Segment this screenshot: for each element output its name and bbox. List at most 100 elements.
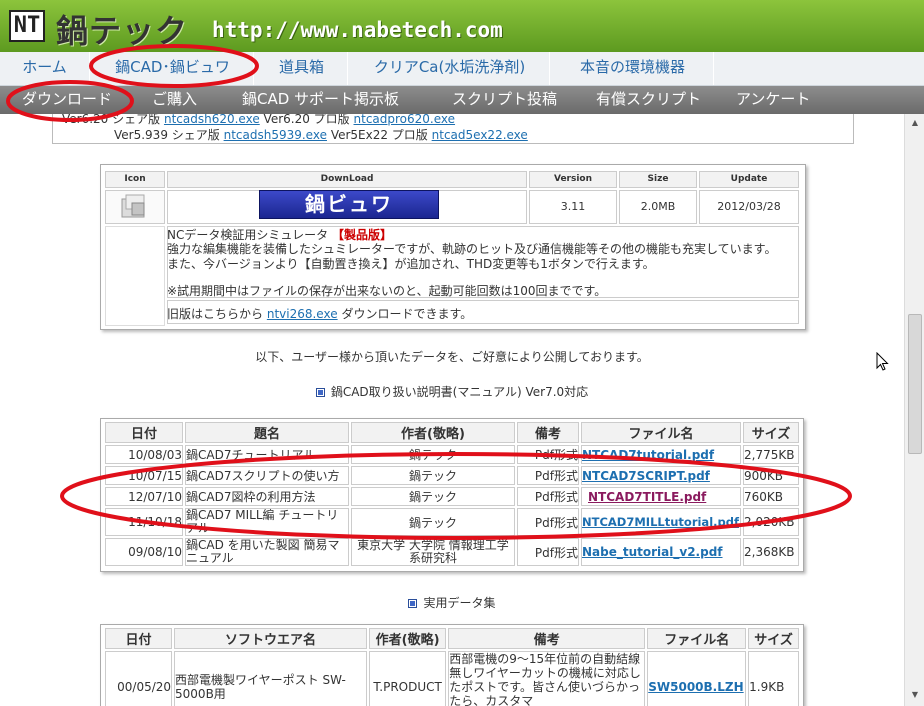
cell-software: 西部電機製ワイヤーポスト SW-5000B用 xyxy=(174,651,368,706)
file-link[interactable]: NTCAD7TITLE.pdf xyxy=(588,490,706,504)
notice-text: 以下、ユーザー様から頂いたデータを、ご好意により公開しております。 xyxy=(255,350,649,364)
col-size: サイズ xyxy=(748,628,799,649)
file-link[interactable]: NTCAD7tutorial.pdf xyxy=(582,448,714,462)
desc-line-4: ※試用期間中はファイルの保存が出来ないのと、起動可能回数は100回までです。 xyxy=(167,284,607,298)
cell-author: T.PRODUCT xyxy=(369,651,447,706)
prev-link[interactable]: ntcadsh620.exe xyxy=(164,114,260,126)
cell-date: 12/07/10 xyxy=(105,487,183,506)
mouse-cursor-icon xyxy=(876,352,889,371)
scroll-thumb[interactable] xyxy=(908,314,922,454)
nabe-viewer-download-button[interactable]: 鍋ビュワ xyxy=(259,190,439,219)
col-date: 日付 xyxy=(105,628,173,649)
nav-support-board[interactable]: 鍋CAD サポート掲示板 xyxy=(242,86,399,114)
table-row: 09/08/10 鍋CAD を用いた製図 簡易マニュアル 東京大学 大学院 情報… xyxy=(105,538,799,566)
cell-author: 東京大学 大学院 情報理工学系研究科 xyxy=(351,538,515,566)
scroll-down-icon[interactable]: ▼ xyxy=(909,690,921,700)
table-row: 11/10/18 鍋CAD7 MILL編 チュートリアル 鍋テック Pdf形式 … xyxy=(105,508,799,536)
file-link[interactable]: NTCAD7MILLtutorial.pdf xyxy=(582,515,739,529)
nav-purchase[interactable]: ご購入 xyxy=(152,86,197,114)
site-title[interactable]: 鍋テック xyxy=(56,6,188,52)
old-suffix: ダウンロードできます。 xyxy=(341,307,473,321)
col-file: ファイル名 xyxy=(647,628,747,649)
file-link[interactable]: Nabe_tutorial_v2.pdf xyxy=(582,545,723,559)
header-size: Size xyxy=(619,171,697,188)
col-size: サイズ xyxy=(743,422,799,443)
desc-left-cell xyxy=(105,226,165,326)
file-link[interactable]: SW5000B.LZH xyxy=(648,680,743,694)
prev-label: Ver5.939 シェア版 xyxy=(114,128,220,142)
cell-size: 900KB xyxy=(743,466,799,485)
cell-size: 1.9KB xyxy=(748,651,799,706)
cell-note: Pdf形式 xyxy=(517,466,579,485)
cell-author: 鍋テック xyxy=(351,466,515,485)
prev-link[interactable]: ntcadsh5939.exe xyxy=(224,128,327,142)
cell-note: Pdf形式 xyxy=(517,445,579,464)
prev-link[interactable]: ntcadpro620.exe xyxy=(354,114,456,126)
table-row: 10/08/03 鍋CAD7チュートリアル 鍋テック Pdf形式 NTCAD7t… xyxy=(105,445,799,464)
nav-nabecad-viewer[interactable]: 鍋CAD･鍋ビュワ xyxy=(92,52,254,85)
nav-clear-ca[interactable]: クリアCa(水垢洗浄剤) xyxy=(350,52,550,85)
old-version-link[interactable]: ntvi268.exe xyxy=(267,307,338,321)
cell-title: 鍋CAD7スクリプトの使い方 xyxy=(185,466,349,485)
manual-table: 日付 題名 作者(敬略) 備考 ファイル名 サイズ 10/08/03 鍋CAD7… xyxy=(103,420,801,568)
nav-script-post[interactable]: スクリプト投稿 xyxy=(452,86,557,114)
table-row: 00/05/20 西部電機製ワイヤーポスト SW-5000B用 T.PRODUC… xyxy=(105,651,799,706)
col-author: 作者(敬略) xyxy=(351,422,515,443)
col-note: 備考 xyxy=(448,628,646,649)
col-title: 題名 xyxy=(185,422,349,443)
nav-paid-script[interactable]: 有償スクリプト xyxy=(596,86,701,114)
cell-author: 鍋テック xyxy=(351,445,515,464)
nav-environment[interactable]: 本音の環境機器 xyxy=(552,52,714,85)
col-file: ファイル名 xyxy=(581,422,741,443)
cell-title: 鍋CAD7 MILL編 チュートリアル xyxy=(185,508,349,536)
header-icon: Icon xyxy=(105,171,165,188)
data-section-title: 実用データ集 xyxy=(0,594,904,611)
data-table-box: 日付 ソフトウエア名 作者(敬略) 備考 ファイル名 サイズ 00/05/20 … xyxy=(100,624,804,706)
prev-link[interactable]: ntcad5ex22.exe xyxy=(432,128,528,142)
bullet-icon xyxy=(408,599,418,608)
nav-survey[interactable]: アンケート xyxy=(736,86,810,114)
prev-line-2: Ver5.939 シェア版 ntcadsh5939.exe Ver5Ex22 プ… xyxy=(114,126,528,143)
logo-icon[interactable]: NT xyxy=(9,10,45,42)
vertical-scrollbar[interactable]: ▲ ▼ xyxy=(904,114,924,706)
old-prefix: 旧版はこちらから xyxy=(167,307,264,321)
desc-line-3: また、今バージョンより【自動置き換え】が追加され、THD変更等も1ボタンで行えま… xyxy=(167,257,655,271)
old-version-line: 旧版はこちらから ntvi268.exe ダウンロードできます。 xyxy=(167,305,472,322)
prev-label: Ver6.20 プロ版 xyxy=(263,114,350,126)
prev-label: Ver6.20 シェア版 xyxy=(62,114,161,126)
cell-date: 10/07/15 xyxy=(105,466,183,485)
col-software: ソフトウエア名 xyxy=(174,628,368,649)
col-note: 備考 xyxy=(517,422,579,443)
table-row: 10/07/15 鍋CAD7スクリプトの使い方 鍋テック Pdf形式 NTCAD… xyxy=(105,466,799,485)
site-url: http://www.nabetech.com xyxy=(212,18,503,42)
data-table: 日付 ソフトウエア名 作者(敬略) 備考 ファイル名 サイズ 00/05/20 … xyxy=(103,626,801,706)
update-value: 2012/03/28 xyxy=(699,190,799,224)
manual-section-title: 鍋CAD取り扱い説明書(マニュアル) Ver7.0対応 xyxy=(0,383,904,400)
header-version: Version xyxy=(529,171,617,188)
nav-tools[interactable]: 道具箱 xyxy=(256,52,348,85)
main-content: Ver6.20 シェア版 ntcadsh620.exe Ver6.20 プロ版 … xyxy=(0,114,904,706)
header-download: DownLoad xyxy=(167,171,527,188)
app-icon-cell xyxy=(105,190,165,224)
cell-size: 760KB xyxy=(743,487,799,506)
cell-note: Pdf形式 xyxy=(517,487,579,506)
nav-download[interactable]: ダウンロード xyxy=(22,86,112,114)
data-title-text: 実用データ集 xyxy=(423,596,496,610)
cell-note: Pdf形式 xyxy=(517,508,579,536)
scroll-up-icon[interactable]: ▲ xyxy=(909,118,921,128)
cell-date: 09/08/10 xyxy=(105,538,183,566)
cell-author: 鍋テック xyxy=(351,508,515,536)
cell-title: 鍋CAD7チュートリアル xyxy=(185,445,349,464)
viewer-app-icon xyxy=(121,194,145,218)
cell-date: 10/08/03 xyxy=(105,445,183,464)
cell-date: 11/10/18 xyxy=(105,508,183,536)
cell-note: 西部電機の9～15年位前の自動結線無しワイヤーカットの機械に対応したポストです。… xyxy=(448,651,646,706)
prev-label: Ver5Ex22 プロ版 xyxy=(330,128,428,142)
manual-table-box: 日付 題名 作者(敬略) 備考 ファイル名 サイズ 10/08/03 鍋CAD7… xyxy=(100,418,804,572)
cell-size: 2,020KB xyxy=(743,508,799,536)
nav-home[interactable]: ホーム xyxy=(0,52,90,85)
file-link[interactable]: NTCAD7SCRIPT.pdf xyxy=(582,469,710,483)
sub-nav: ダウンロード ご購入 鍋CAD サポート掲示板 スクリプト投稿 有償スクリプト … xyxy=(0,86,924,114)
header-update: Update xyxy=(699,171,799,188)
main-nav: ホーム 鍋CAD･鍋ビュワ 道具箱 クリアCa(水垢洗浄剤) 本音の環境機器 xyxy=(0,52,924,86)
